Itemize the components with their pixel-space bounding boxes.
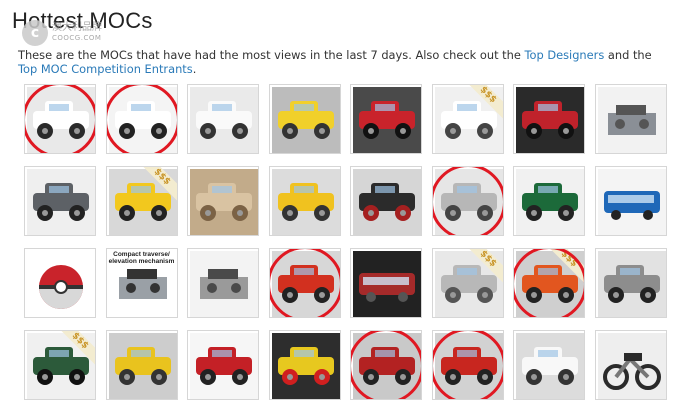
moc-thumbnail[interactable]: [431, 330, 504, 400]
blue-city-bus-icon: [597, 169, 666, 235]
moc-thumbnail[interactable]: [268, 248, 341, 318]
moc-thumbnail[interactable]: [24, 84, 96, 154]
grey-box-truck-icon: [434, 169, 503, 235]
moc-thumbnail[interactable]: [350, 84, 422, 154]
moc-thumbnail[interactable]: [594, 166, 667, 236]
yellow-crane-vehicle-icon: [271, 87, 340, 153]
thumbnail-caption: Compact traverse/ elevation mechanism: [108, 251, 175, 265]
moc-thumbnail[interactable]: $$$: [431, 248, 504, 318]
moc-thumbnail[interactable]: [594, 84, 667, 154]
red-black-supercar-icon: [516, 87, 584, 153]
moc-thumbnail[interactable]: [187, 84, 259, 154]
red-land-cruiser-icon: [271, 251, 340, 317]
pokeball-model-icon: [27, 251, 95, 317]
watermark-logo: c 澳大利品牌 COOCG.COM: [22, 20, 102, 46]
yellow-lowloader-icon: [271, 169, 340, 235]
intro-paragraph: These are the MOCs that have had the mos…: [18, 48, 658, 76]
top-moc-competition-link[interactable]: Top MOC Competition Entrants: [18, 62, 193, 76]
moc-thumbnail[interactable]: [105, 330, 178, 400]
yellow-supercar-icon: [271, 333, 340, 399]
moc-thumbnail[interactable]: Compact traverse/ elevation mechanism: [105, 248, 178, 318]
red-pickup-truck-icon: [434, 333, 503, 399]
watermark-cn: 澳大利品牌: [52, 22, 102, 33]
grey-technic-frame-icon: [597, 87, 666, 153]
moc-thumbnail[interactable]: [513, 330, 585, 400]
moc-thumbnail[interactable]: [268, 330, 341, 400]
moc-thumbnail[interactable]: $$$: [513, 248, 585, 318]
grey-robot-arm-icon: [190, 251, 258, 317]
grey-buggy-icon: [597, 251, 666, 317]
top-designers-link[interactable]: Top Designers: [524, 48, 604, 62]
moc-thumbnail[interactable]: [594, 248, 667, 318]
red-forklift-icon: [353, 333, 421, 399]
red-train-icon: [353, 251, 421, 317]
yellow-mobile-crane-icon: [108, 333, 177, 399]
intro-text-mid: and the: [604, 48, 652, 62]
red-beetle-car-icon: [190, 333, 258, 399]
white-sports-car-icon: [190, 87, 258, 153]
moc-thumbnail[interactable]: [350, 248, 422, 318]
moc-thumbnail[interactable]: [350, 330, 422, 400]
moc-grid: $$$ $$$ Compact traverse/ elevation mechan…: [24, 84, 667, 400]
intro-text: These are the MOCs that have had the mos…: [18, 48, 525, 62]
moc-thumbnail[interactable]: [187, 166, 259, 236]
green-racing-car-icon: [516, 169, 584, 235]
moc-thumbnail[interactable]: [105, 84, 178, 154]
moc-thumbnail[interactable]: [431, 166, 504, 236]
white-suv-icon: [516, 333, 584, 399]
moc-thumbnail[interactable]: [513, 84, 585, 154]
black-truck-icon: [353, 169, 421, 235]
black-motorcycle-icon: [597, 333, 666, 399]
moc-thumbnail[interactable]: [594, 330, 667, 400]
moc-thumbnail[interactable]: [24, 248, 96, 318]
moc-thumbnail[interactable]: $$$: [105, 166, 178, 236]
white-supercar-icon: [108, 87, 177, 153]
moc-thumbnail[interactable]: [187, 248, 259, 318]
white-offroad-truck-icon: [27, 87, 95, 153]
moc-thumbnail[interactable]: [268, 84, 341, 154]
red-tow-truck-icon: [353, 87, 421, 153]
moc-thumbnail[interactable]: [187, 330, 259, 400]
watermark-badge-icon: c: [22, 20, 48, 46]
moc-thumbnail[interactable]: [268, 166, 341, 236]
watermark-en: COOCG.COM: [52, 34, 102, 42]
intro-text-end: .: [192, 62, 197, 76]
beige-jeep-icon: [190, 169, 258, 235]
moc-thumbnail[interactable]: [350, 166, 422, 236]
moc-thumbnail[interactable]: [513, 166, 585, 236]
wrecking-ball-machine-icon: [27, 169, 95, 235]
moc-thumbnail[interactable]: $$$: [431, 84, 504, 154]
moc-thumbnail[interactable]: [24, 166, 96, 236]
moc-thumbnail[interactable]: $$$: [24, 330, 96, 400]
